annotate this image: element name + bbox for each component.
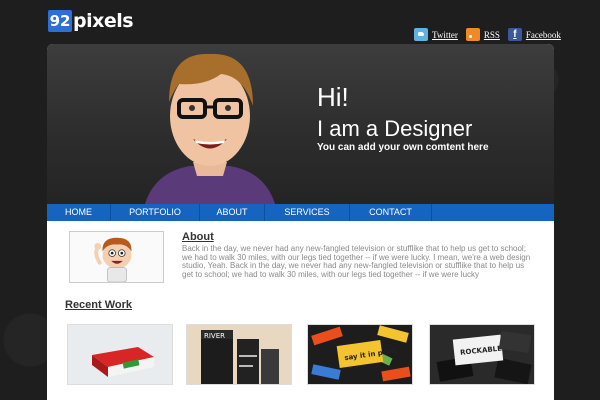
portfolio-thumb-3[interactable]: say it in print	[307, 324, 413, 385]
rss-label: RSS	[483, 29, 500, 40]
book-stack-image: RIVER	[187, 325, 291, 384]
business-card-box-image	[68, 325, 172, 384]
portfolio-thumb-1[interactable]	[67, 324, 173, 385]
stickers-image: say it in print	[308, 325, 412, 384]
nav-about[interactable]: ABOUT	[200, 204, 265, 221]
social-links: Twitter RSS f Facebook	[414, 28, 569, 41]
facebook-icon: f	[507, 28, 522, 41]
business-cards-image: ROCKABLE	[430, 325, 534, 384]
nav-home[interactable]: HOME	[47, 204, 111, 221]
facebook-link[interactable]: f Facebook	[507, 28, 561, 41]
main-nav: HOME PORTFOLIO ABOUT SERVICES CONTACT	[47, 204, 554, 221]
nav-services[interactable]: SERVICES	[265, 204, 350, 221]
twitter-link[interactable]: Twitter	[414, 28, 458, 41]
logo-text: pixels	[73, 10, 134, 32]
book-title-text: RIVER	[204, 332, 225, 340]
twitter-label: Twitter	[432, 29, 458, 40]
logo-badge: 92	[48, 10, 72, 32]
hero-banner: Hi! I am a Designer You can add your own…	[47, 44, 554, 204]
about-heading[interactable]: About	[182, 231, 214, 243]
portfolio-thumb-4[interactable]: ROCKABLE	[429, 324, 535, 385]
main-container: Hi! I am a Designer You can add your own…	[47, 44, 554, 400]
designer-photo	[145, 53, 275, 204]
hero-subtitle: You can add your own comtent here	[317, 142, 489, 153]
rss-icon	[465, 28, 480, 41]
site-logo[interactable]: 92 pixels	[48, 9, 134, 33]
rss-link[interactable]: RSS	[465, 28, 500, 41]
about-text: Back in the day, we never had any new-fa…	[182, 244, 531, 279]
nav-portfolio[interactable]: PORTFOLIO	[111, 204, 200, 221]
nav-contact[interactable]: CONTACT	[350, 204, 432, 221]
portfolio-thumb-2[interactable]: RIVER	[186, 324, 292, 385]
facebook-label: Facebook	[525, 29, 561, 40]
recent-work-heading: Recent Work	[65, 299, 133, 311]
hero-title: I am a Designer	[317, 116, 473, 141]
hero-greeting: Hi!	[317, 82, 349, 112]
twitter-icon	[414, 28, 428, 41]
about-cartoon-image	[69, 231, 164, 283]
